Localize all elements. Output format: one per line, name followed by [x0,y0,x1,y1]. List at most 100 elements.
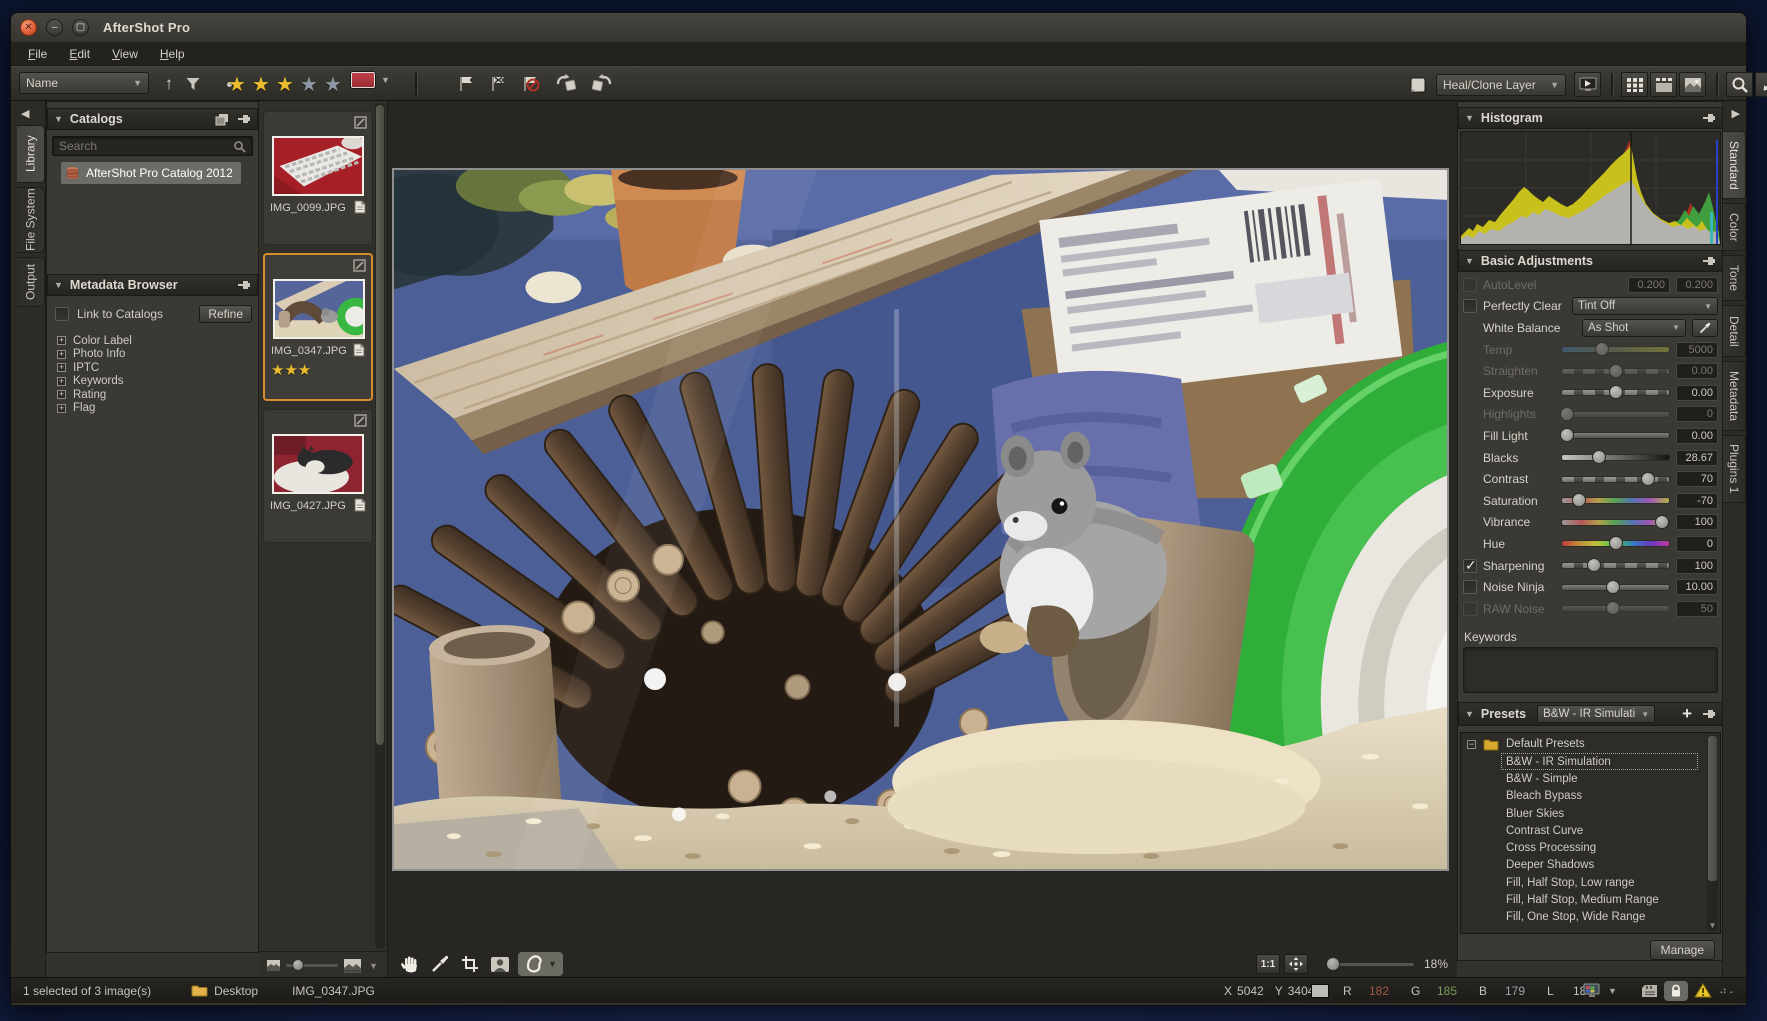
slider-track[interactable] [1561,497,1670,504]
chevron-down-icon[interactable]: ▼ [548,959,557,969]
tab-standard[interactable]: Standard [1723,131,1746,199]
color-management-icon[interactable] [1583,983,1600,998]
menu-item[interactable]: File [19,45,56,63]
presets-dropdown[interactable]: B&W - IR Simulation▼ [1537,705,1655,723]
pin-icon[interactable] [1702,708,1716,720]
slider-track[interactable] [1561,476,1670,483]
pin-icon[interactable] [237,279,251,291]
slider-value[interactable]: 28.67 [1676,450,1718,466]
flag-reject-icon[interactable] [487,72,511,96]
refine-button[interactable]: Refine [199,305,252,323]
rotate-right-icon[interactable] [589,72,613,96]
slider-checkbox[interactable] [1463,559,1477,573]
slider-value[interactable]: 10.00 [1676,579,1718,595]
slider-value[interactable]: 0 [1676,406,1718,422]
metadata-tree-item[interactable]: + Color Label [57,334,252,348]
preset-item[interactable]: Fill, Half Stop, Low range [1501,874,1698,891]
window-close-button[interactable]: ✕ [20,19,37,36]
slider-track[interactable] [1561,346,1670,353]
slider-track[interactable] [1561,605,1670,612]
slider-track[interactable] [1561,368,1670,375]
presets-scrollbar[interactable]: ▼ [1707,735,1718,931]
preset-item[interactable]: B&W - Simple [1501,770,1698,787]
slider-thumb[interactable] [1592,450,1606,464]
expand-plus-icon[interactable]: + [57,404,66,413]
link-to-catalogs-checkbox[interactable] [55,307,69,321]
slider-value[interactable]: 5000 [1676,342,1718,358]
slider-thumb[interactable] [1587,558,1601,572]
preset-item[interactable]: Bluer Skies [1501,805,1698,822]
thumbnail-img-0099[interactable]: IMG_0099.JPG [263,111,373,245]
slider-track[interactable] [1561,519,1670,526]
expand-plus-icon[interactable]: + [57,377,66,386]
slider-thumb[interactable] [1609,385,1623,399]
selection-lasso-tool[interactable]: ▼ [518,952,563,976]
preset-item[interactable]: Deeper Shadows [1501,857,1698,874]
sort-ascending-icon[interactable]: ↑ [157,72,181,96]
pin-icon[interactable] [1702,112,1716,124]
slider-thumb[interactable] [1606,580,1620,594]
collapse-triangle-icon[interactable]: ▼ [1465,709,1474,719]
expand-plus-icon[interactable]: + [57,336,66,345]
collapse-left-panel-arrow[interactable]: ◀ [21,107,29,120]
collapse-triangle-icon[interactable]: ▼ [54,114,63,124]
actual-size-button[interactable]: 1:1 [1256,954,1280,974]
slider-thumb[interactable] [1595,342,1609,356]
tab-file-system[interactable]: File System [17,187,45,253]
star-filled-icon[interactable]: ★ [225,72,249,97]
slider-value[interactable]: 100 [1676,514,1718,530]
tab-tone[interactable]: Tone [1723,255,1746,301]
layer-selector-dropdown[interactable]: Heal/Clone Layer ▼ [1436,74,1566,96]
preset-item[interactable]: Cross Processing [1501,839,1698,856]
slider-value[interactable]: 100 [1676,558,1718,574]
crop-tool[interactable] [458,953,482,975]
tab-color[interactable]: Color [1723,203,1746,251]
slider-thumb[interactable] [1641,472,1655,486]
slider-thumb[interactable] [1572,493,1586,507]
expand-plus-icon[interactable]: + [57,350,66,359]
thumbnail-rating-stars[interactable]: ★★★ [271,361,311,380]
current-folder[interactable]: Desktop [191,984,258,998]
slider-thumb[interactable] [1609,364,1623,378]
menu-item[interactable]: View [103,45,147,63]
thumbnail-size-slider[interactable] [286,964,338,967]
star-filled-icon[interactable]: ★ [298,362,311,379]
catalogs-header[interactable]: ▼ Catalogs [47,108,258,130]
tab-output[interactable]: Output [17,257,45,307]
histogram-header[interactable]: ▼ Histogram [1458,107,1723,129]
white-balance-eyedropper-button[interactable] [1692,319,1718,337]
flag-pick-icon[interactable] [455,72,479,96]
perfectly-clear-dropdown[interactable]: Tint Off▼ [1572,297,1718,315]
resize-grip[interactable]: ⠴⠄ [1719,984,1739,997]
redeye-portrait-tool[interactable] [488,953,512,975]
slider-thumb[interactable] [1560,428,1574,442]
tab-metadata[interactable]: Metadata [1723,361,1746,431]
scroll-down-arrow[interactable]: ▼ [369,961,378,971]
scroll-down-arrow[interactable]: ▼ [1707,921,1718,930]
slider-track[interactable] [1561,562,1670,569]
slider-value[interactable]: 70 [1676,471,1718,487]
slider-value[interactable]: 0.00 [1676,428,1718,444]
metadata-browser-header[interactable]: ▼ Metadata Browser [47,274,258,296]
memory-card-icon[interactable] [1641,984,1658,998]
slider-thumb[interactable] [1655,515,1669,529]
layer-icon[interactable] [1406,73,1430,97]
basic-adjustments-header[interactable]: ▼ Basic Adjustments [1458,250,1723,272]
expand-plus-icon[interactable]: + [57,390,66,399]
slider-checkbox[interactable] [1463,602,1477,616]
pin-icon[interactable] [237,113,251,125]
catalog-search-input[interactable]: Search [52,136,253,156]
tab-library[interactable]: Library [17,125,45,183]
slider-thumb[interactable] [1606,601,1620,615]
catalog-item[interactable]: AfterShot Pro Catalog 2012 [61,162,241,184]
star-empty-icon[interactable]: ★ [321,72,345,97]
slider-thumb[interactable] [1609,536,1623,550]
window-minimize-button[interactable]: – [46,19,63,36]
collapse-triangle-icon[interactable]: ▼ [1465,256,1474,266]
slideshow-button[interactable] [1574,72,1601,97]
eyedropper-tool[interactable] [428,953,452,975]
image-view-button[interactable] [1679,72,1706,97]
manage-presets-button[interactable]: Manage [1650,940,1715,960]
slider-track[interactable] [1561,389,1670,396]
tab-plugins-1[interactable]: Plugins 1 [1723,435,1746,503]
